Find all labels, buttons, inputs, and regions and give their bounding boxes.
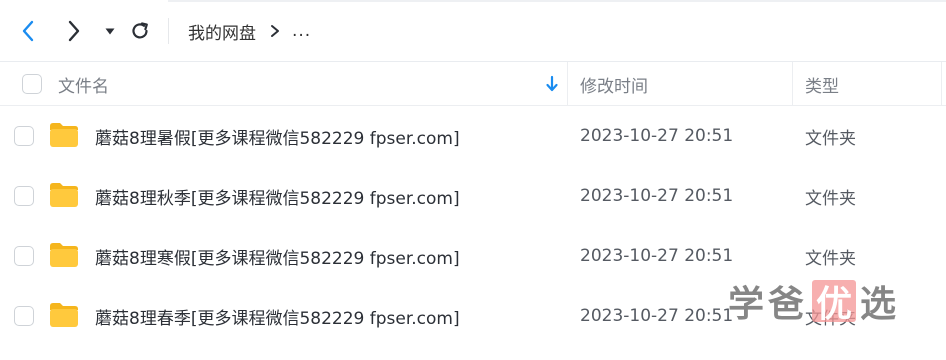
folder-icon <box>48 241 80 269</box>
file-modified-time: 2023-10-27 20:51 <box>580 186 734 206</box>
breadcrumb-more[interactable]: ... <box>292 21 311 41</box>
folder-icon <box>48 181 80 209</box>
history-dropdown-button[interactable] <box>96 16 124 46</box>
refresh-button[interactable] <box>126 16 154 46</box>
file-type: 文件夹 <box>805 128 856 149</box>
column-header-name[interactable]: 文件名 <box>58 62 109 106</box>
watermark-text: 选 <box>860 284 901 325</box>
table-header: 文件名 修改时间 类型 <box>0 62 946 106</box>
caret-down-icon <box>104 25 116 37</box>
breadcrumb-separator-icon <box>270 24 280 38</box>
file-name[interactable]: 蘑菇8理寒假[更多课程微信582229 fpser.com] <box>95 226 460 286</box>
row-checkbox[interactable] <box>14 126 34 146</box>
folder-icon <box>48 301 80 329</box>
file-name[interactable]: 蘑菇8理秋季[更多课程微信582229 fpser.com] <box>95 166 460 226</box>
column-divider <box>567 62 568 106</box>
breadcrumb: 我的网盘 ... <box>188 16 311 46</box>
chevron-right-icon <box>66 19 82 43</box>
toolbar-divider <box>168 18 169 44</box>
column-header-modified[interactable]: 修改时间 <box>580 62 648 106</box>
folder-icon <box>48 121 80 149</box>
file-modified-time: 2023-10-27 20:51 <box>580 246 734 266</box>
table-row[interactable]: 蘑菇8理暑假[更多课程微信582229 fpser.com] 2023-10-2… <box>0 106 946 166</box>
file-type: 文件夹 <box>805 188 856 209</box>
table-row[interactable]: 蘑菇8理秋季[更多课程微信582229 fpser.com] 2023-10-2… <box>0 166 946 226</box>
refresh-icon <box>129 20 151 42</box>
file-modified-time: 2023-10-27 20:51 <box>580 306 734 326</box>
file-name[interactable]: 蘑菇8理暑假[更多课程微信582229 fpser.com] <box>95 106 460 166</box>
watermark-text: 学爸 <box>728 284 809 325</box>
toolbar: 我的网盘 ... <box>0 0 946 62</box>
column-divider <box>792 62 793 106</box>
file-name[interactable]: 蘑菇8理春季[更多课程微信582229 fpser.com] <box>95 286 460 346</box>
column-header-type[interactable]: 类型 <box>805 62 839 106</box>
watermark: 学爸优选 <box>728 278 901 325</box>
select-all-checkbox[interactable] <box>22 74 42 94</box>
column-divider <box>941 62 942 106</box>
row-checkbox[interactable] <box>14 246 34 266</box>
breadcrumb-root[interactable]: 我的网盘 <box>188 19 256 44</box>
row-checkbox[interactable] <box>14 306 34 326</box>
watermark-badge: 优 <box>812 280 857 325</box>
sort-down-icon[interactable] <box>544 75 560 93</box>
forward-button[interactable] <box>60 16 88 46</box>
chevron-left-icon <box>20 19 36 43</box>
file-modified-time: 2023-10-27 20:51 <box>580 126 734 146</box>
row-checkbox[interactable] <box>14 186 34 206</box>
back-button[interactable] <box>14 16 42 46</box>
